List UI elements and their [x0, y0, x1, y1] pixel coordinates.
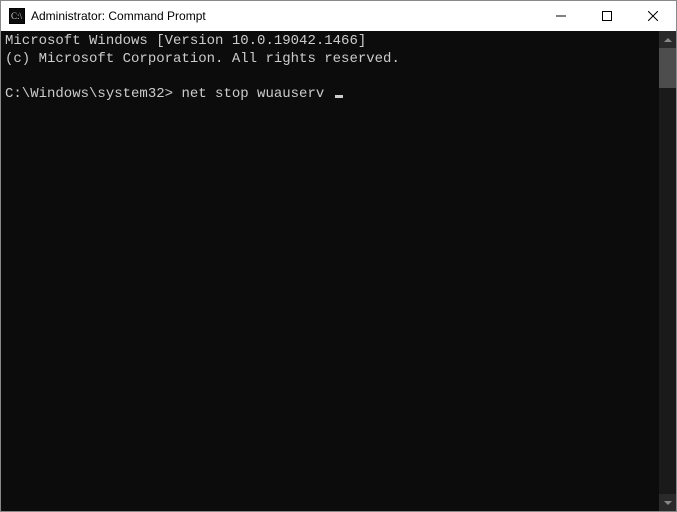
terminal[interactable]: Microsoft Windows [Version 10.0.19042.14… [1, 31, 659, 511]
scroll-up-arrow-icon[interactable] [659, 31, 676, 48]
maximize-button[interactable] [584, 1, 630, 31]
terminal-line: (c) Microsoft Corporation. All rights re… [5, 51, 400, 67]
close-button[interactable] [630, 1, 676, 31]
terminal-container: Microsoft Windows [Version 10.0.19042.14… [1, 31, 676, 511]
command-prompt-window: C:\ Administrator: Command Prompt Micros… [0, 0, 677, 512]
terminal-prompt: C:\Windows\system32> [5, 86, 173, 102]
cmd-icon: C:\ [9, 8, 25, 24]
scrollbar-track[interactable] [659, 48, 676, 494]
terminal-line: Microsoft Windows [Version 10.0.19042.14… [5, 33, 366, 49]
minimize-button[interactable] [538, 1, 584, 31]
scrollbar-thumb[interactable] [659, 48, 676, 88]
terminal-command: net stop wuauserv [181, 86, 324, 102]
scrollbar[interactable] [659, 31, 676, 511]
window-title: Administrator: Command Prompt [31, 9, 538, 23]
cursor-icon [335, 95, 343, 98]
window-controls [538, 1, 676, 31]
scroll-down-arrow-icon[interactable] [659, 494, 676, 511]
titlebar[interactable]: C:\ Administrator: Command Prompt [1, 1, 676, 31]
svg-text:C:\: C:\ [11, 11, 23, 21]
